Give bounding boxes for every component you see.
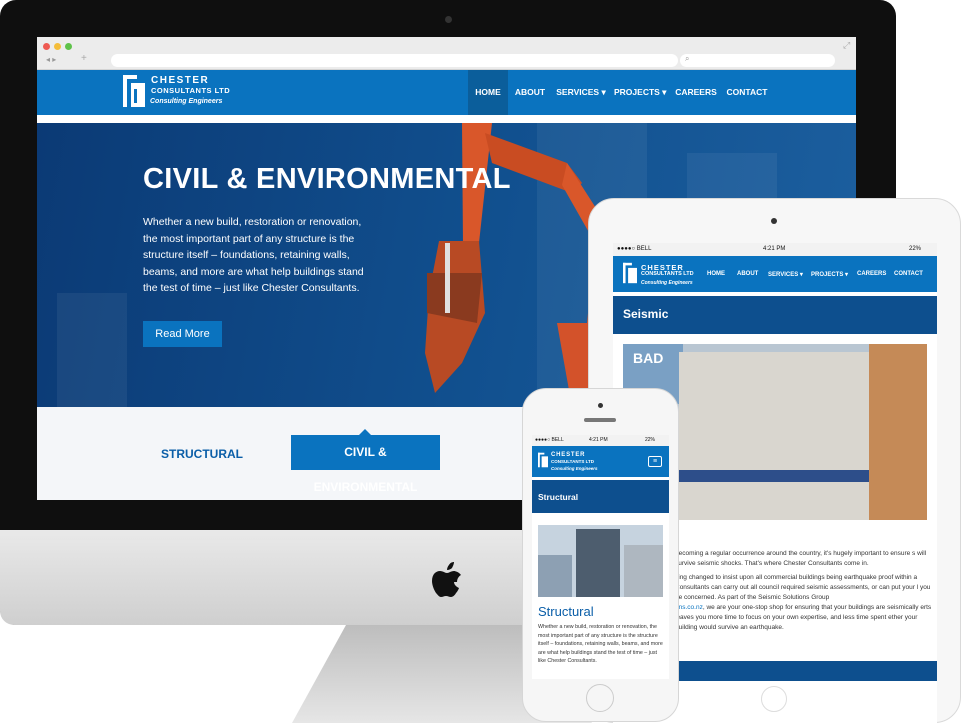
maximize-window-button[interactable] [65, 43, 72, 50]
close-window-button[interactable] [43, 43, 50, 50]
tablet-battery: 22% [909, 246, 922, 252]
tablet-navbar: CHESTER CONSULTANTS LTD Consulting Engin… [613, 256, 937, 292]
minimize-window-button[interactable] [54, 43, 61, 50]
tablet-page-title: Seismic [623, 307, 669, 321]
phone-logo-name: CHESTER [551, 452, 586, 458]
address-bar[interactable] [111, 54, 678, 67]
active-tab-caret [359, 429, 371, 435]
tablet-status-bar: ●●●●○ BELL 4:21 PM 22% [613, 243, 937, 256]
imac-camera [445, 16, 452, 23]
tablet-camera [771, 218, 777, 224]
seismic-solutions-link[interactable]: ons.co.nz [675, 604, 703, 611]
logo-subname: CONSULTANTS LTD [151, 86, 231, 95]
tablet-carrier: ●●●●○ BELL [617, 246, 652, 252]
phone-screen: ●●●●○ BELL 4:21 PM 22% CHESTER CONSULTAN… [532, 435, 669, 679]
browser-search-input[interactable]: ⌕ [680, 54, 835, 67]
nav-about[interactable]: ABOUT [511, 70, 549, 115]
phone-carrier: ●●●●○ BELL [535, 437, 564, 443]
tablet-time: 4:21 PM [763, 246, 786, 252]
nav-contact[interactable]: CONTACT [725, 70, 769, 115]
hero-text: Whether a new build, restoration or reno… [143, 216, 364, 294]
phone-building-right [624, 545, 663, 597]
tablet-footer-band [675, 661, 937, 681]
phone-page-header: Structural [532, 480, 669, 513]
phone-navbar: CHESTER CONSULTANTS LTD Consulting Engin… [532, 446, 669, 477]
tablet-nav-about[interactable]: ABOUT [737, 271, 758, 277]
tablet-paragraph-1: becoming a regular occurrence around the… [675, 550, 927, 567]
tablet-logo-mark-icon [623, 262, 637, 284]
nav-home[interactable]: HOME [468, 70, 508, 115]
hamburger-menu-icon[interactable]: ≡ [648, 456, 662, 467]
phone-battery: 22% [645, 437, 656, 443]
tower-right [869, 344, 927, 520]
phone-page-title: Structural [538, 492, 579, 502]
phone-structural-photo [538, 525, 663, 597]
browser-chrome: ◂ ▸ + ⌕ ⤢ [37, 37, 856, 70]
phone-body-text: Whether a new build, restoration or reno… [538, 624, 663, 664]
fullscreen-icon[interactable]: ⤢ [843, 40, 850, 51]
tablet-paragraph-3-text: , we are your one-stop shop for ensuring… [675, 604, 932, 631]
tablet-logo-subname: CONSULTANTS LTD [641, 271, 694, 277]
building-awning [679, 470, 869, 482]
phone-logo-subname: CONSULTANTS LTD [551, 459, 594, 464]
tablet-logo-tagline: Consulting Engineers [641, 280, 693, 286]
new-tab-icon[interactable]: + [81, 53, 87, 64]
tab-civil-environmental[interactable]: CIVIL & ENVIRONMENTAL [291, 435, 440, 494]
tablet-page-header: Seismic [613, 296, 937, 334]
hero-title: CIVIL & ENVIRONMENTAL [143, 163, 511, 195]
billboard-text: BAD [633, 350, 664, 366]
read-more-button[interactable]: Read More [143, 321, 222, 347]
tablet-paragraph-2: ving changed to insist upon all commerci… [675, 574, 931, 601]
phone-speaker [584, 418, 616, 422]
phone-section-heading: Structural [538, 604, 594, 619]
phone-building-left [538, 555, 572, 597]
phone-time: 4:21 PM [589, 437, 608, 443]
tablet-paragraph-3: ons.co.nz, we are your one-stop shop for… [675, 603, 937, 633]
tablet-nav-careers[interactable]: CAREERS [857, 271, 886, 277]
tab-structural[interactable]: STRUCTURAL [161, 447, 243, 461]
phone-logo-tagline: Consulting Engineers [551, 466, 598, 471]
phone-home-button[interactable] [586, 684, 614, 712]
heritage-building [679, 352, 869, 520]
phone-tower [576, 529, 620, 597]
logo-tagline: Consulting Engineers [150, 98, 223, 105]
search-icon: ⌕ [685, 54, 690, 63]
nav-services[interactable]: SERVICES ▾ [555, 70, 607, 115]
tablet-nav-services[interactable]: SERVICES ▾ [768, 271, 803, 278]
building-silhouette [57, 293, 127, 407]
tablet-nav-home[interactable]: HOME [707, 271, 725, 277]
tablet-nav-projects[interactable]: PROJECTS ▾ [811, 271, 848, 278]
tablet-home-button[interactable] [761, 686, 787, 712]
tablet-nav-contact[interactable]: CONTACT [894, 271, 923, 277]
phone-logo-mark-icon [538, 452, 548, 468]
apple-logo-icon [432, 562, 461, 597]
nav-careers[interactable]: CAREERS [674, 70, 718, 115]
phone-camera [598, 403, 603, 408]
logo-name: CHESTER [151, 75, 210, 86]
nav-projects[interactable]: PROJECTS ▾ [614, 70, 666, 115]
back-forward-icon[interactable]: ◂ ▸ [46, 55, 56, 64]
logo-mark-icon [123, 75, 145, 107]
site-navbar: CHESTER CONSULTANTS LTD Consulting Engin… [37, 70, 856, 119]
phone-status-bar: ●●●●○ BELL 4:21 PM 22% [532, 435, 669, 446]
